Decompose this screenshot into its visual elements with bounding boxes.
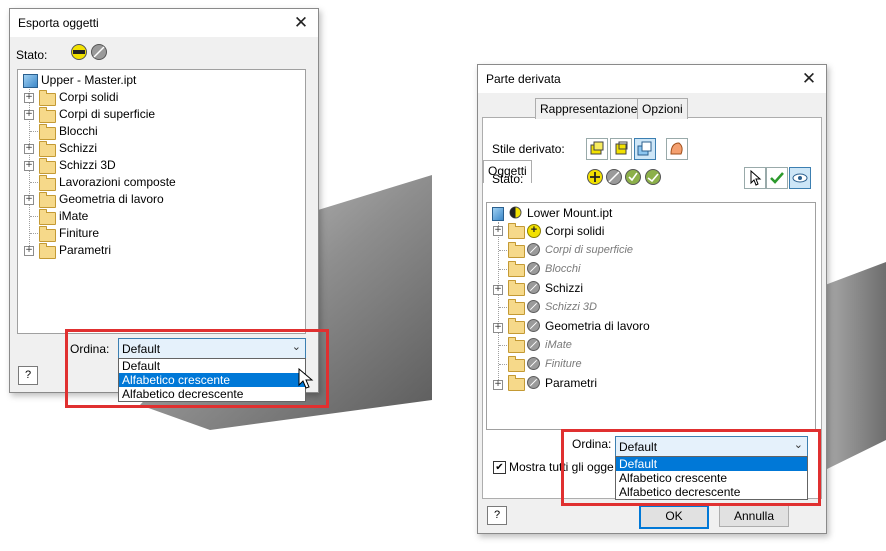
stato-label: Stato: xyxy=(492,172,524,186)
tree-line xyxy=(499,345,507,346)
expand-icon[interactable]: + xyxy=(24,93,34,103)
status-excluded-icon[interactable] xyxy=(527,338,540,351)
folder-icon xyxy=(39,107,56,123)
folder-icon xyxy=(508,261,525,277)
eye-icon[interactable] xyxy=(789,167,811,189)
folder-icon xyxy=(39,209,56,225)
folder-icon xyxy=(508,242,525,258)
mostra-checkbox[interactable]: ✔ xyxy=(493,461,506,474)
status-flush-icon[interactable] xyxy=(644,168,662,186)
folder-icon xyxy=(39,141,56,157)
stile-label: Stile derivato: xyxy=(492,142,565,156)
folder-icon xyxy=(508,280,525,296)
folder-icon xyxy=(508,223,525,239)
tree-line xyxy=(499,364,507,365)
derive-multi-body-button[interactable] xyxy=(634,138,656,160)
folder-icon xyxy=(39,243,56,259)
tree-line xyxy=(499,269,507,270)
expand-icon[interactable]: + xyxy=(24,195,34,205)
status-excluded-icon[interactable] xyxy=(527,281,540,294)
status-boundary-icon[interactable] xyxy=(624,168,642,186)
folder-icon xyxy=(508,356,525,372)
derive-composite-button[interactable] xyxy=(666,138,688,160)
folder-icon xyxy=(39,226,56,242)
derive-single-body-button[interactable] xyxy=(610,138,632,160)
help-button[interactable]: ? xyxy=(18,366,38,385)
objects-tree[interactable]: Upper - Master.ipt + Corpi solidi + Corp… xyxy=(17,69,306,334)
folder-icon xyxy=(508,375,525,391)
stato-label: Stato: xyxy=(16,48,48,62)
folder-icon xyxy=(39,192,56,208)
status-excluded-icon[interactable] xyxy=(90,43,108,61)
select-cursor-icon[interactable] xyxy=(744,167,766,189)
cancel-button[interactable]: Annulla xyxy=(719,505,789,527)
objects-tree[interactable]: Lower Mount.ipt + + Corpi solidi Corpi d… xyxy=(486,202,816,430)
part-icon xyxy=(23,74,38,88)
status-mixed-icon[interactable] xyxy=(70,43,88,61)
expand-icon[interactable]: + xyxy=(24,144,34,154)
tree-line xyxy=(30,131,38,132)
expand-icon[interactable]: + xyxy=(493,226,503,236)
highlight-box xyxy=(561,429,821,506)
tree-line xyxy=(499,250,507,251)
tree-line xyxy=(499,307,507,308)
expand-icon[interactable]: + xyxy=(493,323,503,333)
folder-icon xyxy=(508,318,525,334)
part-icon xyxy=(492,207,504,221)
status-include-icon[interactable]: + xyxy=(527,224,541,238)
highlight-box xyxy=(65,329,329,408)
folder-icon xyxy=(39,124,56,140)
check-icon[interactable] xyxy=(766,167,788,189)
folder-icon xyxy=(39,90,56,106)
tab-rappresentazione[interactable]: Rappresentazione xyxy=(535,98,643,119)
status-excluded-icon[interactable] xyxy=(527,319,540,332)
status-excluded-icon[interactable] xyxy=(527,262,540,275)
expand-icon[interactable]: + xyxy=(493,285,503,295)
derive-solid-button[interactable] xyxy=(586,138,608,160)
folder-icon xyxy=(39,175,56,191)
status-include-icon[interactable] xyxy=(586,168,604,186)
dialog-title: Esporta oggetti xyxy=(18,16,99,30)
expand-icon[interactable]: + xyxy=(493,380,503,390)
tree-line xyxy=(30,182,38,183)
status-excluded-icon[interactable] xyxy=(605,168,623,186)
close-icon[interactable]: ✕ xyxy=(798,68,820,90)
expand-icon[interactable]: + xyxy=(24,246,34,256)
close-icon[interactable]: ✕ xyxy=(290,12,312,34)
tree-line xyxy=(498,222,499,384)
status-excluded-icon[interactable] xyxy=(527,357,540,370)
status-excluded-icon[interactable] xyxy=(527,243,540,256)
status-excluded-icon[interactable] xyxy=(527,300,540,313)
status-mixed-icon xyxy=(509,206,522,219)
expand-icon[interactable]: + xyxy=(24,110,34,120)
folder-icon xyxy=(508,337,525,353)
dialog-title: Parte derivata xyxy=(486,72,561,86)
expand-icon[interactable]: + xyxy=(24,161,34,171)
status-excluded-icon[interactable] xyxy=(527,376,540,389)
folder-icon xyxy=(39,158,56,174)
tree-line xyxy=(30,233,38,234)
title-bar: Esporta oggetti ✕ xyxy=(10,9,318,37)
ok-button[interactable]: OK xyxy=(639,505,709,529)
folder-icon xyxy=(508,299,525,315)
title-bar: Parte derivata ✕ xyxy=(478,65,826,93)
tree-line xyxy=(30,216,38,217)
tab-opzioni[interactable]: Opzioni xyxy=(637,98,688,119)
help-button[interactable]: ? xyxy=(487,506,507,525)
